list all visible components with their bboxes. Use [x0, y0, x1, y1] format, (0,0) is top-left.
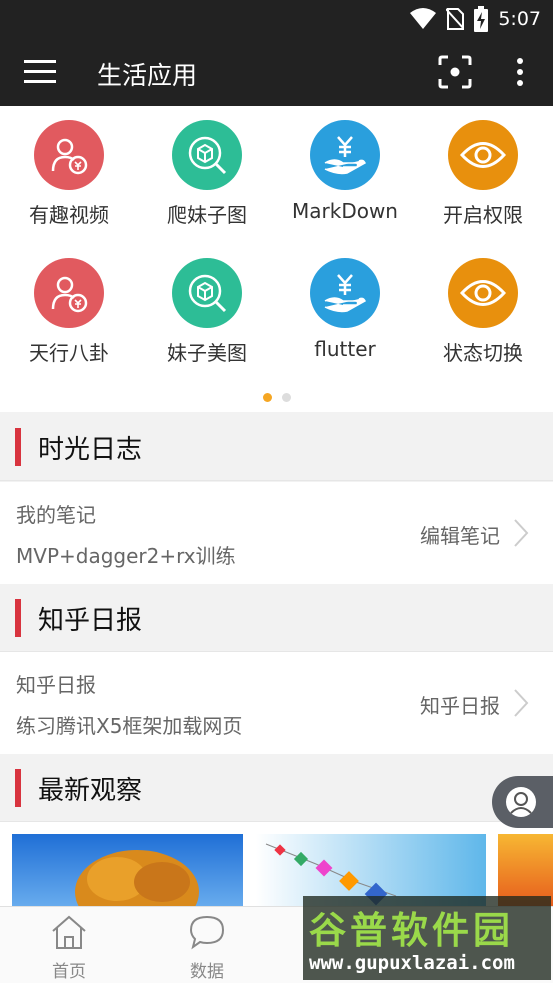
chevron-right-icon [514, 689, 529, 717]
photo-strip [0, 822, 553, 906]
section-accent-bar [15, 428, 21, 466]
watermark-url: www.gupuxlazai.com [309, 952, 515, 974]
grid-item-label: 有趣视频 [29, 203, 109, 227]
section-header-zhihu: 知乎日报 [0, 584, 553, 652]
grid-item-flutter[interactable]: flutter [276, 244, 414, 374]
money-person-icon [34, 120, 104, 190]
section-header-latest: 最新观察 [0, 754, 553, 822]
grid-item-state-switch[interactable]: 状态切换 [414, 244, 552, 374]
nav-label: 数据 [190, 962, 224, 982]
box-search-icon [172, 258, 242, 328]
nav-data[interactable]: 数据 [152, 913, 262, 982]
chat-bubble-icon [189, 915, 225, 950]
grid-item-label: 爬妹子图 [167, 203, 247, 227]
card-subtitle: 练习腾讯X5框架加载网页 [16, 714, 243, 738]
yen-hand-icon [310, 120, 380, 190]
hamburger-icon [24, 60, 56, 63]
section-accent-bar [15, 599, 21, 637]
page-dot[interactable] [281, 393, 291, 402]
page-dot-active[interactable] [262, 393, 272, 402]
eye-icon [448, 258, 518, 328]
grid-item-permission[interactable]: 开启权限 [414, 106, 552, 236]
watermark: 谷普软件园 www.gupuxlazai.com [303, 896, 551, 980]
battery-charging-icon [474, 6, 489, 32]
section-title: 知乎日报 [38, 606, 143, 636]
grid-item-label: 开启权限 [443, 203, 523, 227]
robot-avatar-icon [506, 787, 536, 817]
more-vert-icon[interactable] [508, 56, 532, 88]
grid-item-crawl-pics[interactable]: 爬妹子图 [138, 106, 276, 236]
section-header-diary: 时光日志 [0, 413, 553, 481]
card-title: 知乎日报 [16, 673, 96, 697]
card-title: 我的笔记 [16, 503, 96, 527]
edit-note-link[interactable]: 编辑笔记 [420, 520, 500, 549]
app-bar: 生活应用 [0, 38, 553, 106]
yen-hand-icon [310, 258, 380, 328]
photo-autumn-tree[interactable] [12, 834, 243, 906]
grid-item-label: 状态切换 [443, 341, 523, 365]
clock: 5:07 [498, 8, 541, 30]
box-search-icon [172, 120, 242, 190]
status-bar: 5:07 [0, 0, 553, 38]
nav-label: 首页 [52, 962, 86, 982]
no-sim-icon [446, 8, 465, 30]
section-accent-bar [15, 769, 21, 807]
card-subtitle: MVP+dagger2+rx训练 [16, 544, 236, 568]
hamburger-icon-line [24, 80, 56, 83]
section-title: 时光日志 [38, 435, 143, 465]
chevron-right-icon [514, 519, 529, 547]
app-grid: 有趣视频 爬妹子图 MarkDown 开启权限 天行八卦 妹子美图 flutte… [0, 106, 553, 412]
hamburger-icon-line [24, 70, 56, 73]
section-title: 最新观察 [38, 776, 143, 806]
menu-button[interactable] [22, 56, 58, 88]
zhihu-card[interactable]: 知乎日报 练习腾讯X5框架加载网页 知乎日报 [0, 652, 553, 754]
grid-item-markdown[interactable]: MarkDown [276, 106, 414, 236]
page-title: 生活应用 [97, 61, 198, 90]
scan-icon[interactable] [438, 55, 472, 89]
wifi-icon [410, 8, 437, 29]
grid-item-fun-video[interactable]: 有趣视频 [0, 106, 138, 236]
nav-home[interactable]: 首页 [14, 913, 124, 982]
grid-item-label: flutter [314, 337, 376, 361]
eye-icon [448, 120, 518, 190]
home-icon [52, 915, 86, 949]
money-person-icon [34, 258, 104, 328]
grid-item-beauty-pics[interactable]: 妹子美图 [138, 244, 276, 374]
note-card[interactable]: 我的笔记 MVP+dagger2+rx训练 编辑笔记 [0, 482, 553, 584]
zhihu-link[interactable]: 知乎日报 [420, 690, 500, 719]
grid-item-label: MarkDown [292, 199, 398, 223]
grid-item-label: 妹子美图 [167, 341, 247, 365]
grid-item-label: 天行八卦 [29, 341, 109, 365]
watermark-title: 谷普软件园 [309, 909, 514, 952]
page-indicator [0, 393, 553, 402]
grid-item-gossip[interactable]: 天行八卦 [0, 244, 138, 374]
floating-assistant-button[interactable] [492, 776, 553, 828]
